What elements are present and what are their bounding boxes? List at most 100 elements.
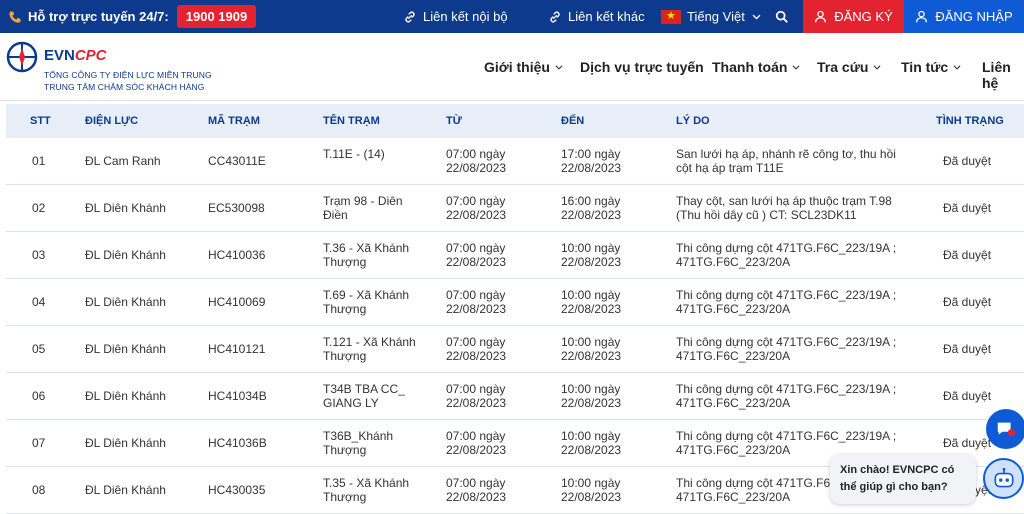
cell-dien-luc: ĐL Diên Khánh [85,389,166,403]
brand-name[interactable]: EVNCPC [44,47,107,64]
table-header: STT ĐIỆN LỰC MÃ TRẠM TÊN TRẠM TỪ ĐẾN LÝ … [6,104,1024,138]
site-header: EVNCPC TỔNG CÔNG TY ĐIỆN LỰC MIỀN TRUNG … [0,33,1024,101]
hotline: Hỗ trợ trực tuyến 24/7: 1900 1909 [8,0,257,33]
cell-stt: 02 [32,201,46,215]
cell-ly-do-line2: (Thu hồi dây cũ ) CT: SCL23DK11 [676,208,857,222]
cell-den-line1: 10:00 ngày [561,476,621,490]
chevron-down-icon [953,65,961,70]
chevron-down-icon [555,65,563,70]
hotline-label: Hỗ trợ trực tuyến 24/7: [28,9,169,24]
cell-stt: 01 [32,154,46,168]
cell-dien-luc: ĐL Diên Khánh [85,295,166,309]
chat-icon [997,422,1016,437]
cell-ly-do-line1: San lưới hạ áp, nhánh rẽ công tơ, thu hồ… [676,147,896,161]
brand-cpc: CPC [74,47,107,64]
nav-label: Liên hệ [982,59,1011,91]
chevron-down-icon [752,14,761,20]
cell-ma-tram: HC430035 [208,483,266,497]
col-dien-luc: ĐIỆN LỰC [85,115,139,127]
status-badge: Đã duyệt [943,389,992,403]
cell-den-line2: 22/08/2023 [561,349,622,363]
nav-label: Dịch vụ trực tuyến [580,59,704,75]
phone-icon [9,10,21,23]
cell-ten-tram-line2: Thượng [323,490,367,504]
cell-tu-line2: 22/08/2023 [446,161,507,175]
cell-tu-line2: 22/08/2023 [446,208,507,222]
cell-ten-tram-line2: GIANG LY [323,396,379,410]
cell-ly-do-line1: Thi công dựng cột 471TG.F6C_223/19A ; [676,288,897,302]
cell-den-line1: 10:00 ngày [561,288,621,302]
cell-ma-tram: HC410036 [208,248,266,262]
cell-dien-luc: ĐL Diên Khánh [85,483,166,497]
cell-den-line2: 22/08/2023 [561,302,622,316]
nav-label: Tra cứu [817,59,869,75]
nav-dich-vu-truc-tuyen[interactable]: Dịch vụ trực tuyến [580,59,704,75]
chat-fab-button[interactable] [986,409,1024,449]
cell-ly-do-line1: Thi công dựng cột 471TG.F6C_223/19A ; [676,429,897,443]
nav-tra-cuu[interactable]: Tra cứu [817,59,882,75]
login-button[interactable]: ĐĂNG NHẬP [904,0,1024,33]
center-tagline: TRUNG TÂM CHĂM SÓC KHÁCH HÀNG [44,82,205,92]
chat-greeting-bubble[interactable]: Xin chào! EVNCPC có thể giúp gì cho bạn? [830,454,976,504]
cell-ly-do-line2: 471TG.F6C_223/20A [676,396,791,410]
cell-den-line1: 10:00 ngày [561,335,621,349]
hotline-number-button[interactable]: 1900 1909 [176,5,257,28]
cell-ten-tram-line2: Thượng [323,443,367,457]
cell-ten-tram-line1: Trạm 98 - Diên [323,194,403,208]
cell-stt: 08 [32,483,46,497]
nav-lien-he[interactable]: Liên hệ [982,59,1024,91]
cell-tu-line2: 22/08/2023 [446,349,507,363]
brand-evn: EVN [44,47,75,64]
bot-icon [994,467,1013,487]
cell-den-line2: 22/08/2023 [561,396,622,410]
other-links-link[interactable]: Liên kết khác [548,0,645,33]
cell-stt: 04 [32,295,46,309]
cell-den-line2: 22/08/2023 [561,443,622,457]
chatbot-avatar[interactable] [983,458,1024,499]
col-stt: STT [30,115,51,127]
user-icon [916,10,928,23]
cell-den-line2: 22/08/2023 [561,208,622,222]
cell-dien-luc: ĐL Diên Khánh [85,342,166,356]
evn-logo-icon[interactable] [6,41,38,73]
cell-tu-line2: 22/08/2023 [446,302,507,316]
internal-links-link[interactable]: Liên kết nội bộ [403,0,508,33]
register-button[interactable]: ĐĂNG KÝ [803,0,904,33]
cell-ten-tram-line1: T.36 - Xã Khánh [323,241,410,255]
cell-ten-tram-line1: T.69 - Xã Khánh [323,288,410,302]
cell-tu-line2: 22/08/2023 [446,490,507,504]
col-ly-do: LÝ DO [676,115,710,127]
cell-den-line1: 17:00 ngày [561,147,621,161]
cell-den-line2: 22/08/2023 [561,161,622,175]
cell-tu-line2: 22/08/2023 [446,396,507,410]
top-bar: Hỗ trợ trực tuyến 24/7: 1900 1909 Liên k… [0,0,1024,33]
cell-ly-do-line2: 471TG.F6C_223/20A [676,490,791,504]
language-selector[interactable]: Tiếng Việt [661,0,762,33]
nav-thanh-toan[interactable]: Thanh toán [712,59,801,75]
cell-tu-line1: 07:00 ngày [446,288,506,302]
cell-ly-do-line2: 471TG.F6C_223/20A [676,349,791,363]
cell-ma-tram: HC41036B [208,436,267,450]
cell-ten-tram-line1: T36B_Khánh [323,429,394,443]
status-badge: Đã duyệt [943,436,992,450]
cell-ten-tram-line1: T34B TBA CC_ [323,382,405,396]
cell-tu-line1: 07:00 ngày [446,194,506,208]
table-row: 05 ĐL Diên Khánh HC410121 T.121 - Xã Khánh T… [6,326,1024,373]
nav-gioi-thieu[interactable]: Giới thiệu [484,59,564,75]
cell-ly-do-line1: Thay cột, san lưới hạ áp thuộc trạm T.98 [676,194,892,208]
link-icon [405,11,415,22]
nav-tin-tuc[interactable]: Tin tức [901,59,962,75]
cell-den-line1: 10:00 ngày [561,241,621,255]
col-tu: TỪ [446,115,462,127]
cell-den-line2: 22/08/2023 [561,490,622,504]
table-row: 01 ĐL Cam Ranh CC43011E T.11E - (14) 07:00 n… [6,138,1024,185]
cell-stt: 06 [32,389,46,403]
status-badge: Đã duyệt [943,154,992,168]
col-ma-tram: MÃ TRẠM [208,115,260,127]
cell-tu-line1: 07:00 ngày [446,429,506,443]
nav-label: Tin tức [901,59,949,75]
cell-ma-tram: EC530098 [208,201,265,215]
nav-label: Giới thiệu [484,59,550,75]
link-icon [550,11,560,22]
search-button[interactable] [775,0,789,33]
